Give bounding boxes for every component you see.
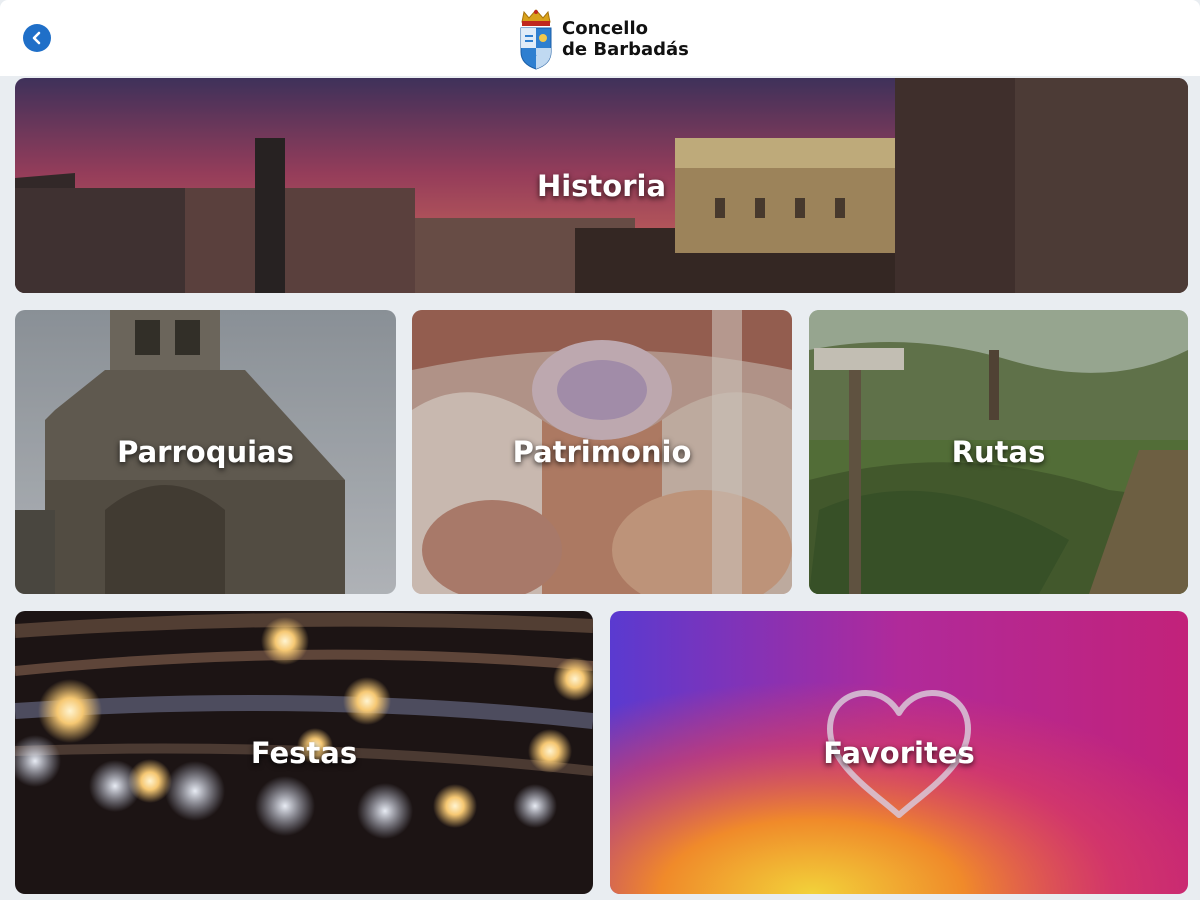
tile-patrimonio[interactable]: Patrimonio xyxy=(412,310,792,594)
tile-parroquias[interactable]: Parroquias xyxy=(15,310,396,594)
tile-label-patrimonio: Patrimonio xyxy=(512,435,692,469)
app-header: Concello de Barbadás xyxy=(0,0,1200,76)
tile-favorites[interactable]: Favorites xyxy=(610,611,1188,894)
tile-label-historia: Historia xyxy=(536,168,667,203)
tile-festas[interactable]: Festas xyxy=(15,611,593,894)
tile-label-rutas: Rutas xyxy=(951,435,1046,469)
logo-line-1: Concello xyxy=(562,18,648,39)
municipality-logo: Concello de Barbadás xyxy=(518,8,689,70)
tile-label-parroquias: Parroquias xyxy=(117,435,294,469)
logo-line-2: de Barbadás xyxy=(562,39,689,60)
tile-rutas[interactable]: Rutas xyxy=(809,310,1188,594)
coat-of-arms-icon xyxy=(520,9,552,70)
logo-text: Concello de Barbadás xyxy=(562,18,689,60)
tile-label-festas: Festas xyxy=(250,735,358,770)
tile-historia[interactable]: Historia xyxy=(15,78,1188,293)
chevron-left-icon xyxy=(32,31,41,45)
tile-label-favorites: Favorites xyxy=(823,735,975,770)
back-button[interactable] xyxy=(23,24,51,52)
